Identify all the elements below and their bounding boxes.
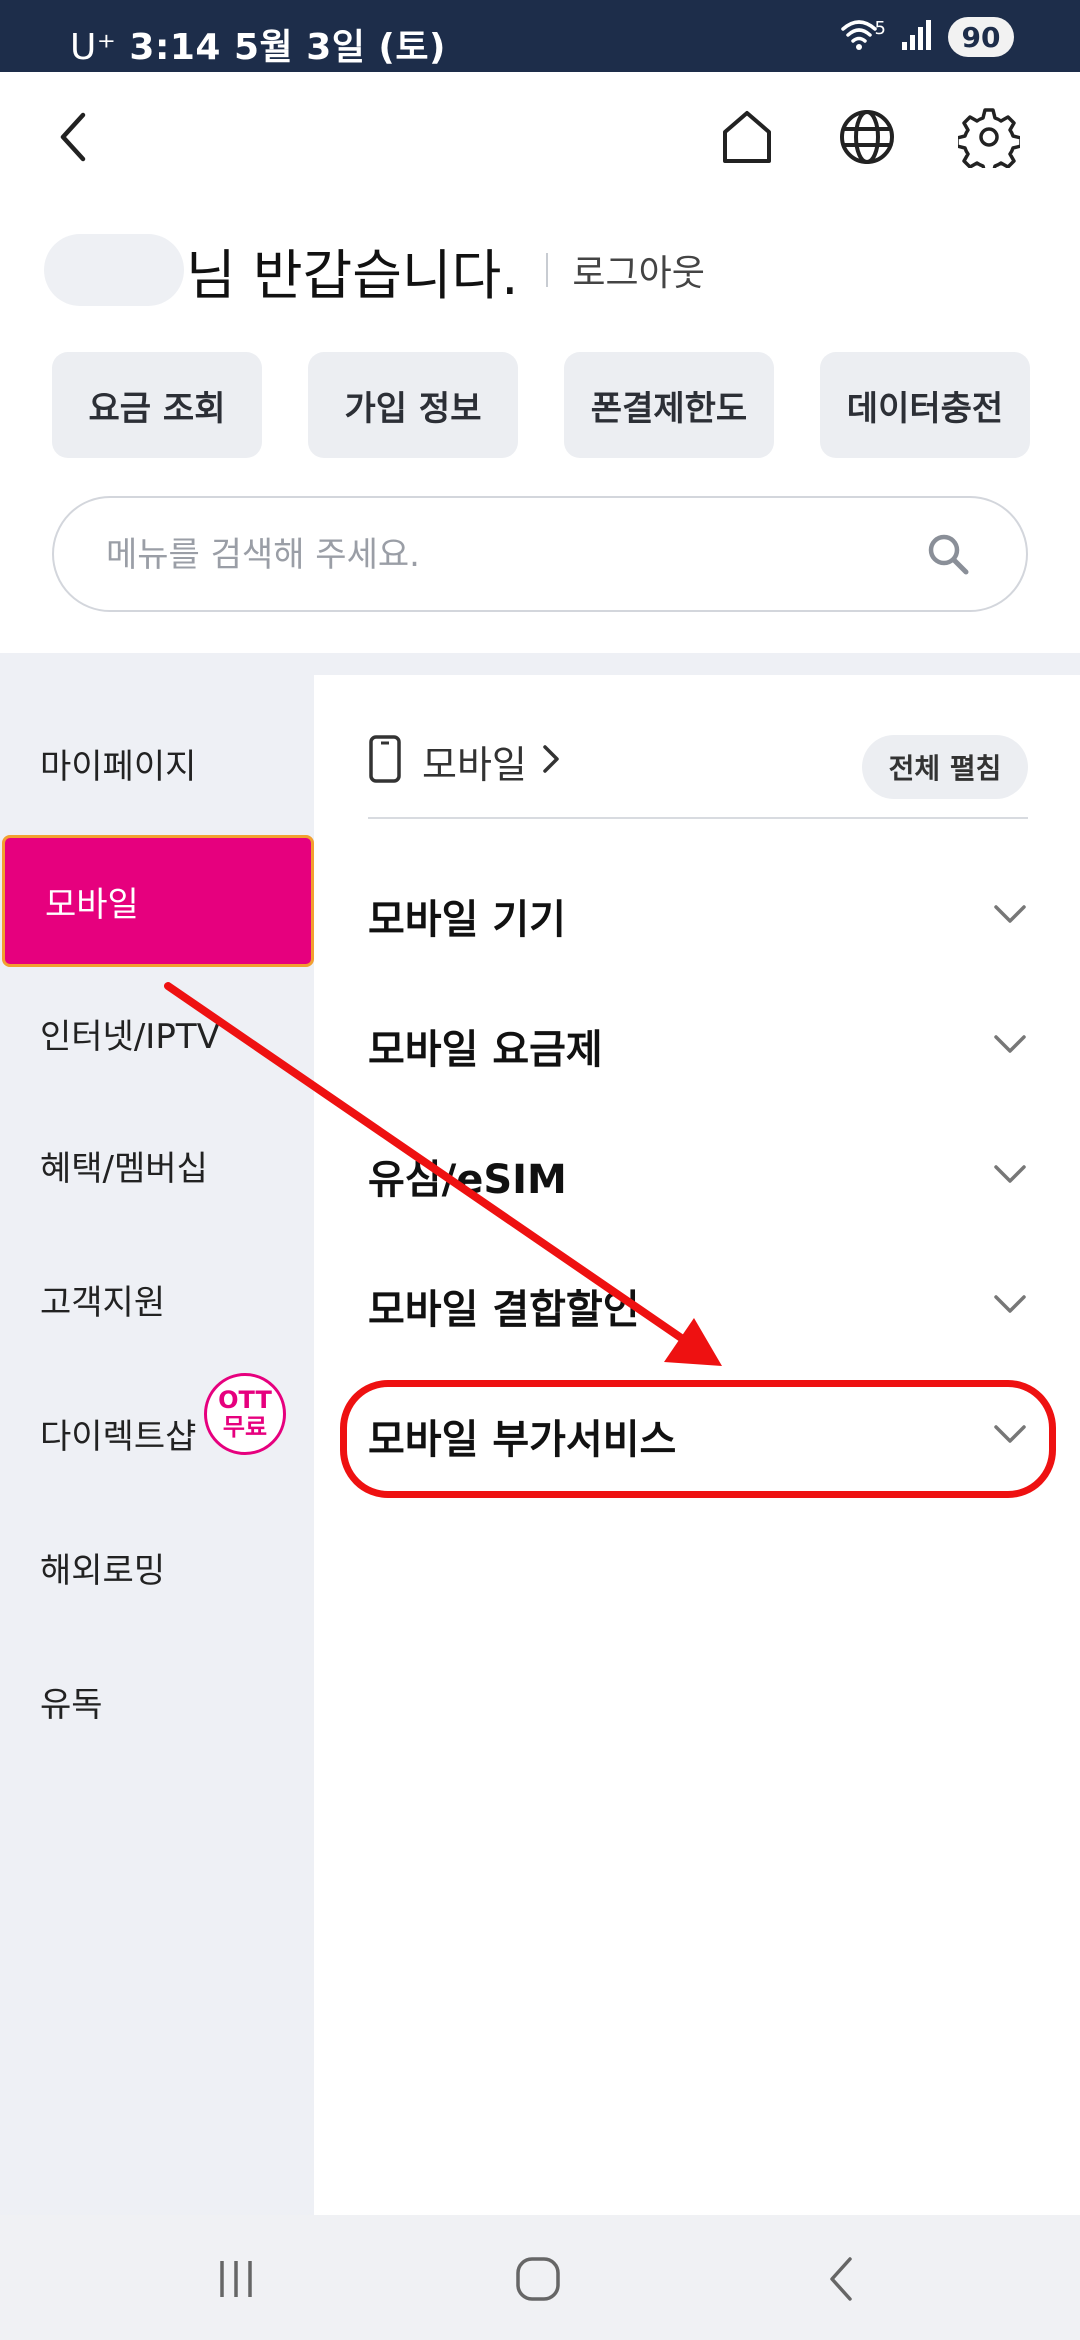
search-icon[interactable] (924, 530, 972, 582)
back-nav-icon[interactable] (826, 2255, 856, 2307)
greeting-row: 님 반갑습니다. 로그아웃 (44, 230, 705, 310)
sidebar-item-direct-shop[interactable]: 다이렉트샵 OTT 무료 (0, 1373, 314, 1479)
expand-all-button[interactable]: 전체 펼침 (862, 735, 1028, 799)
network-5g-label: 5 (874, 17, 886, 39)
category-label: 모바일 요금제 (368, 1027, 603, 1073)
status-left: U⁺ 3:14 5월 3일 (토) (70, 18, 446, 70)
sidebar-item-label: 해외로밍 (40, 1550, 166, 1591)
home-nav-icon[interactable] (514, 2255, 562, 2307)
system-nav-bar (0, 2215, 1080, 2340)
sidebar-item-support[interactable]: 고객지원 (0, 1253, 314, 1345)
section-divider (0, 653, 1080, 675)
category-label: 모바일 결합할인 (368, 1287, 640, 1333)
annotation-highlight-box (340, 1380, 1056, 1498)
status-bar: U⁺ 3:14 5월 3일 (토) 5 90 (0, 0, 1080, 72)
battery-indicator: 90 (948, 17, 1014, 57)
sidebar: 마이페이지 모바일 인터넷/IPTV 혜택/멤버십 고객지원 다이렉트샵 OTT… (0, 675, 314, 2215)
clock: 3:14 (129, 27, 221, 68)
globe-icon[interactable] (830, 100, 904, 174)
sidebar-item-benefits[interactable]: 혜택/멤버십 (0, 1119, 314, 1211)
category-mobile-devices[interactable]: 모바일 기기 (368, 871, 1028, 961)
carrier-label: U⁺ (70, 27, 117, 68)
back-arrow-icon[interactable] (38, 102, 108, 172)
category-header[interactable]: 모바일 (368, 731, 561, 791)
chevron-down-icon (992, 1293, 1028, 1319)
chevron-down-icon (992, 1163, 1028, 1189)
sidebar-item-label: 인터넷/IPTV (40, 1016, 220, 1057)
chevron-down-icon (992, 1033, 1028, 1059)
search-bar (52, 496, 1028, 612)
user-name-redacted (44, 234, 184, 306)
sidebar-item-label: 모바일 (45, 884, 139, 925)
sidebar-item-label: 마이페이지 (40, 746, 197, 787)
sidebar-item-mypage[interactable]: 마이페이지 (0, 717, 314, 809)
search-input[interactable] (106, 526, 906, 584)
sidebar-item-label: 혜택/멤버십 (40, 1148, 208, 1189)
wifi-icon (839, 17, 879, 57)
logout-link[interactable]: 로그아웃 (572, 244, 704, 296)
sidebar-item-label: 고객지원 (40, 1282, 166, 1323)
sidebar-item-roaming[interactable]: 해외로밍 (0, 1521, 314, 1613)
quick-action-payment-limit[interactable]: 폰결제한도 (564, 352, 774, 458)
quick-action-subscription[interactable]: 가입 정보 (308, 352, 518, 458)
quick-action-billing[interactable]: 요금 조회 (52, 352, 262, 458)
category-label: 모바일 기기 (368, 897, 566, 943)
signal-icon (900, 18, 934, 56)
category-bundle-discount[interactable]: 모바일 결합할인 (368, 1261, 1028, 1351)
date-label: 5월 3일 (토) (234, 27, 446, 68)
sidebar-item-subscription[interactable]: 유독 (0, 1655, 314, 1747)
home-icon[interactable] (710, 100, 784, 174)
header (0, 72, 1080, 202)
badge-line: 무료 (222, 1413, 268, 1441)
divider (546, 253, 549, 287)
recent-apps-icon[interactable] (214, 2257, 258, 2305)
sidebar-item-label: 다이렉트샵 (40, 1416, 197, 1457)
quick-action-data-charge[interactable]: 데이터충전 (820, 352, 1030, 458)
sidebar-item-label: 유독 (40, 1684, 103, 1725)
category-mobile-plans[interactable]: 모바일 요금제 (368, 1001, 1028, 1091)
divider (368, 817, 1028, 819)
category-label: 유심/eSIM (368, 1157, 567, 1203)
greeting-text: 님 반갑습니다. (186, 243, 519, 307)
category-title: 모바일 (422, 742, 527, 787)
category-usim-esim[interactable]: 유심/eSIM (368, 1131, 1028, 1221)
chevron-right-icon (541, 743, 561, 779)
chevron-down-icon (992, 903, 1028, 929)
settings-gear-icon[interactable] (952, 100, 1026, 174)
sidebar-item-mobile[interactable]: 모바일 (2, 835, 314, 967)
phone-icon (368, 734, 402, 788)
status-right: 5 90 (839, 16, 1014, 58)
badge-line: OTT (218, 1386, 272, 1414)
ott-free-badge: OTT 무료 (204, 1373, 286, 1455)
sidebar-item-internet-iptv[interactable]: 인터넷/IPTV (0, 987, 314, 1079)
